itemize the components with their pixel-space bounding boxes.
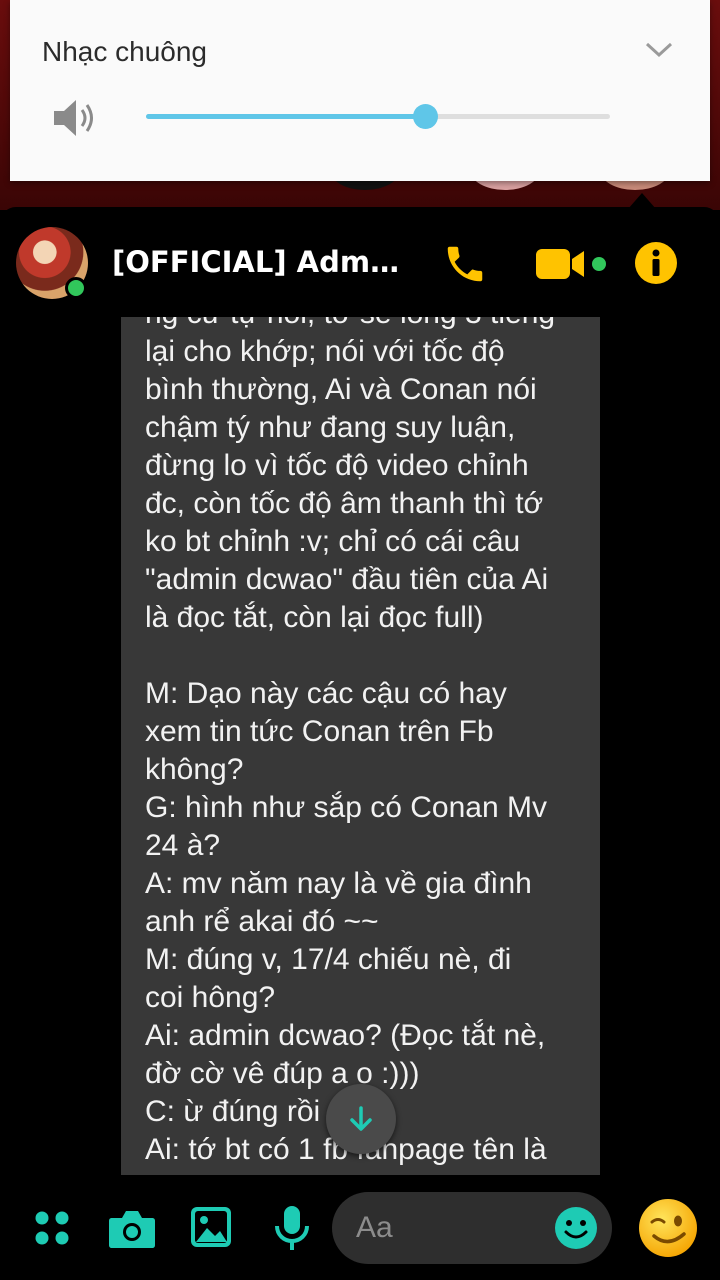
volume-panel: Nhạc chuông	[10, 0, 710, 181]
online-status-dot	[65, 277, 87, 299]
phone-icon[interactable]	[442, 241, 488, 287]
message-input-placeholder: Aa	[356, 1211, 393, 1244]
scroll-to-bottom-button[interactable]	[326, 1084, 396, 1154]
apps-grid-icon[interactable]	[34, 1210, 70, 1246]
speaker-icon[interactable]	[52, 98, 98, 138]
info-icon[interactable]	[634, 241, 678, 285]
arrow-down-icon	[350, 1106, 372, 1131]
chevron-down-icon[interactable]	[644, 40, 674, 60]
volume-slider[interactable]	[146, 104, 610, 129]
message-bubble[interactable]: ng cứ tự nói, tớ sẽ lồng 3 tiếng lại cho…	[121, 317, 600, 1175]
image-icon[interactable]	[190, 1206, 232, 1248]
wink-emoji-icon[interactable]	[638, 1198, 698, 1258]
camera-icon[interactable]	[108, 1208, 156, 1250]
message-text: ng cứ tự nói, tớ sẽ lồng 3 tiếng lại cho…	[145, 317, 555, 1166]
volume-slider-thumb[interactable]	[413, 104, 439, 129]
message-input[interactable]: Aa	[332, 1192, 612, 1264]
video-camera-icon[interactable]	[536, 247, 612, 281]
microphone-icon[interactable]	[272, 1204, 312, 1252]
chat-title[interactable]: [OFFICIAL] Admin…	[112, 245, 402, 279]
chat-header: [OFFICIAL] Admin…	[0, 207, 720, 317]
smiley-icon[interactable]	[554, 1206, 598, 1250]
volume-slider-fill	[146, 114, 426, 119]
composer-bar: Aa	[0, 1176, 720, 1280]
volume-title: Nhạc chuông	[42, 36, 208, 67]
